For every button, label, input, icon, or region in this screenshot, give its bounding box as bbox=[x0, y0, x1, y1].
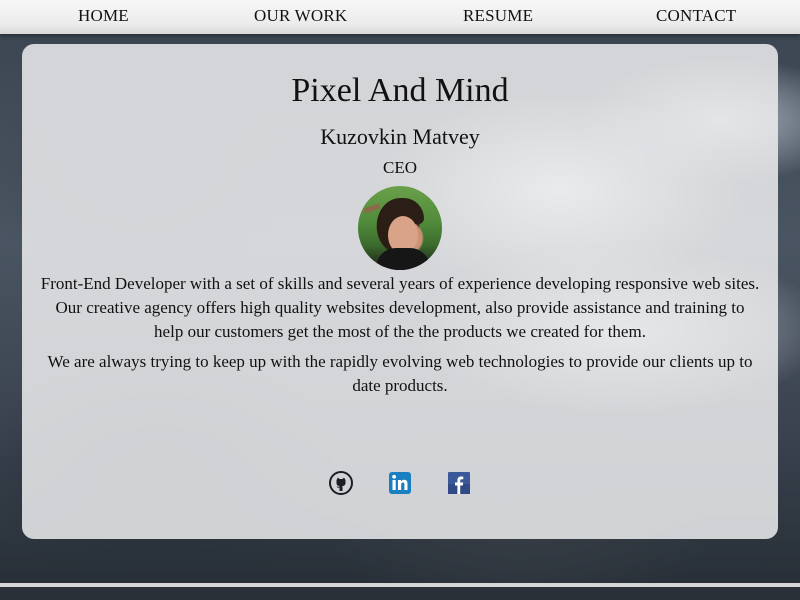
linkedin-icon[interactable] bbox=[388, 471, 412, 495]
page-title: Pixel And Mind bbox=[291, 72, 509, 109]
nav-our-work-link[interactable]: OUR WORK bbox=[254, 6, 347, 26]
nav-resume-link[interactable]: RESUME bbox=[463, 6, 533, 26]
facebook-icon[interactable] bbox=[447, 471, 471, 495]
footer-bar bbox=[0, 587, 800, 600]
profile-name: Kuzovkin Matvey bbox=[320, 124, 480, 149]
nav-home-link[interactable]: HOME bbox=[78, 6, 129, 26]
avatar-branch bbox=[363, 203, 381, 214]
profile-description-paragraph: We are always trying to keep up with the… bbox=[47, 352, 753, 395]
profile-role: CEO bbox=[383, 158, 417, 177]
nav-contact-link[interactable]: CONTACT bbox=[656, 6, 736, 26]
avatar-shirt bbox=[376, 248, 430, 270]
profile-description-paragraph: Front-End Developer with a set of skills… bbox=[40, 274, 760, 341]
top-navigation: HOME OUR WORK RESUME CONTACT bbox=[0, 0, 800, 34]
avatar bbox=[358, 186, 442, 270]
github-icon[interactable] bbox=[329, 471, 353, 495]
